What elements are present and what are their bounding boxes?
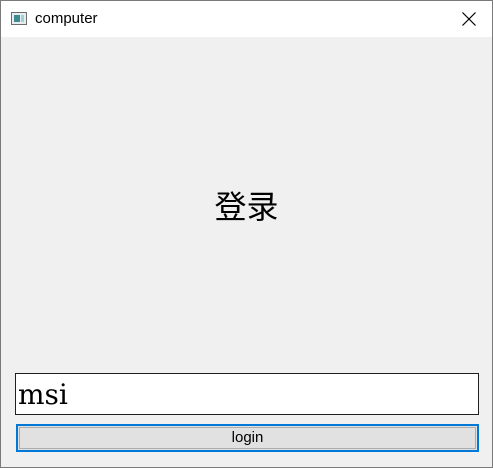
title-bar[interactable]: computer	[1, 1, 492, 37]
username-input[interactable]	[15, 373, 479, 415]
app-window-icon	[11, 12, 27, 25]
login-button-label: login	[231, 429, 264, 446]
window-title: computer	[35, 10, 98, 27]
login-heading: 登录	[214, 188, 279, 226]
app-window: computer 登录 login	[0, 0, 493, 468]
close-icon	[462, 12, 476, 26]
login-button[interactable]: login	[16, 424, 479, 452]
close-button[interactable]	[446, 1, 492, 37]
